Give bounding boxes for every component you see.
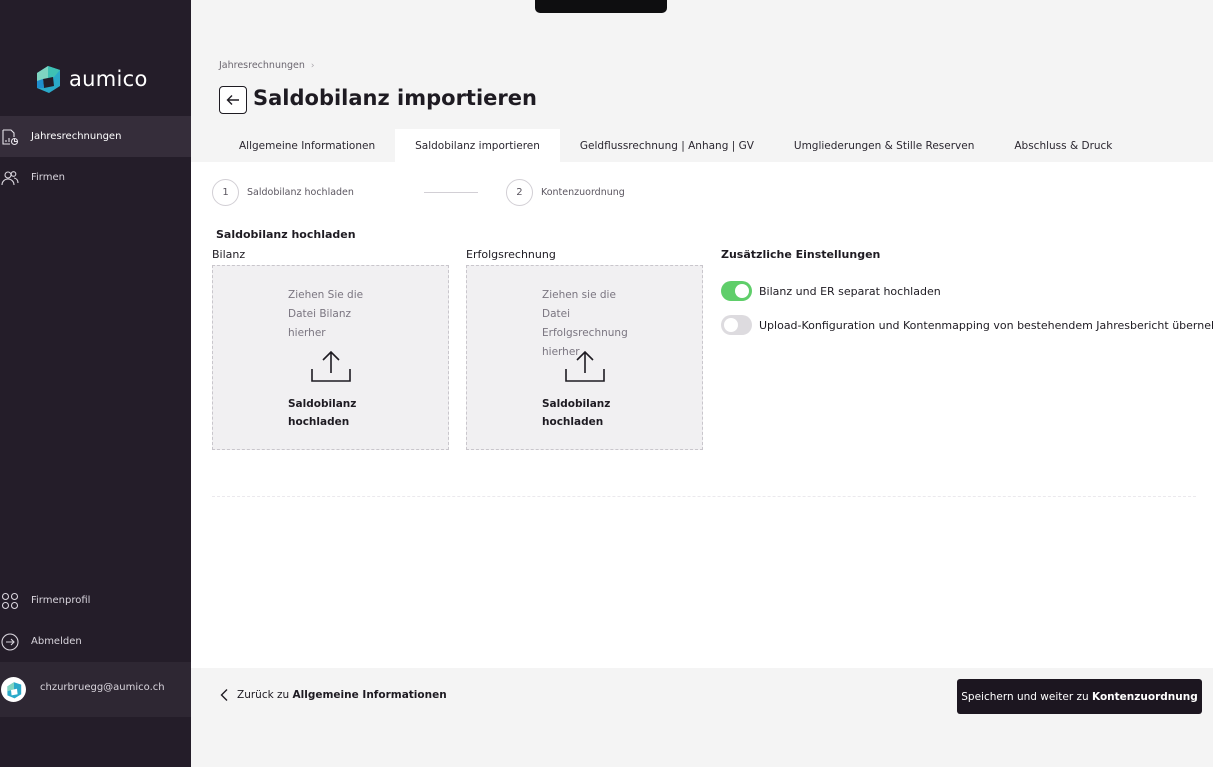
setting-separate-upload: Bilanz und ER separat hochladen: [721, 281, 941, 301]
back-button[interactable]: [219, 86, 247, 114]
section-divider: [212, 496, 1196, 497]
sidebar: aumico Jahresrechnungen Firmen Firmenpro…: [0, 0, 191, 767]
dropzone-hint: Ziehen Sie die Datei Bilanz hierher: [288, 289, 364, 339]
breadcrumb: Jahresrechnungen ›: [219, 60, 315, 71]
next-target: Kontenzuordnung: [1092, 690, 1198, 703]
setting-copy-mapping: Upload-Konfiguration und Kontenmapping v…: [721, 315, 1213, 335]
upload-icon: [311, 350, 351, 382]
step-label: Kontenzuordnung: [540, 187, 625, 198]
main-content: Jahresrechnungen › Saldobilanz importier…: [191, 0, 1213, 767]
sidebar-item-firmenprofil[interactable]: Firmenprofil: [0, 580, 191, 621]
grid-dots-icon: [1, 592, 19, 609]
back-prefix: Zurück zu: [237, 689, 290, 701]
aumico-avatar-icon: [6, 681, 21, 698]
erfolgsrechnung-label: Erfolgsrechnung: [466, 248, 556, 261]
dropzone-action[interactable]: Saldobilanz hochladen: [288, 395, 378, 431]
setting-label: Upload-Konfiguration und Kontenmapping v…: [759, 318, 1213, 332]
page-title: Saldobilanz importieren: [253, 86, 537, 110]
sidebar-item-label: Firmenprofil: [31, 595, 91, 606]
chevron-left-icon: [220, 689, 228, 701]
back-to-general-info-link[interactable]: Zurück zu Allgemeine Informationen: [219, 688, 447, 702]
copy-mapping-toggle[interactable]: [721, 315, 752, 335]
back-target: Allgemeine Informationen: [292, 689, 447, 701]
tab-saldobilanz-importieren[interactable]: Saldobilanz importieren: [395, 129, 560, 162]
avatar: [1, 677, 26, 702]
user-email: chzurbruegg@aumico.ch: [40, 682, 165, 693]
logout-icon: [1, 632, 19, 651]
tab-geldflussrechnung[interactable]: Geldflussrechnung | Anhang | GV: [560, 129, 774, 162]
tab-allgemeine-informationen[interactable]: Allgemeine Informationen: [191, 129, 395, 162]
toggle-knob: [735, 284, 749, 298]
document-chart-icon: [2, 128, 19, 145]
brand-name: aumico: [69, 67, 148, 91]
camera-notch: [535, 0, 667, 13]
user-profile[interactable]: chzurbruegg@aumico.ch: [0, 662, 191, 717]
separate-upload-toggle[interactable]: [721, 281, 752, 301]
sidebar-item-label: Firmen: [31, 172, 65, 183]
next-prefix: Speichern und weiter zu: [961, 690, 1089, 703]
tab-abschluss-druck[interactable]: Abschluss & Druck: [994, 129, 1132, 162]
stepper: 1 Saldobilanz hochladen 2 Kontenzuordnun…: [212, 179, 625, 206]
step-number[interactable]: 1: [212, 179, 239, 206]
sidebar-item-label: Jahresrechnungen: [31, 131, 122, 142]
chevron-right-icon: ›: [310, 60, 315, 71]
import-panel: 1 Saldobilanz hochladen 2 Kontenzuordnun…: [191, 162, 1213, 668]
save-and-continue-button[interactable]: Speichern und weiter zu Kontenzuordnung: [957, 679, 1202, 714]
bilanz-dropzone[interactable]: Ziehen Sie die Datei Bilanz hierher Sald…: [212, 265, 449, 450]
step-number[interactable]: 2: [505, 179, 533, 206]
sidebar-item-abmelden[interactable]: Abmelden: [0, 621, 191, 662]
sidebar-item-jahresrechnungen[interactable]: Jahresrechnungen: [0, 116, 191, 157]
sidebar-item-firmen[interactable]: Firmen: [0, 157, 191, 198]
tab-bar: Allgemeine Informationen Saldobilanz imp…: [191, 129, 1132, 162]
dropzone-action[interactable]: Saldobilanz hochladen: [542, 395, 632, 431]
aumico-logo-icon: [37, 66, 60, 93]
upload-section-title: Saldobilanz hochladen: [216, 228, 356, 241]
toggle-knob: [724, 318, 738, 332]
sidebar-item-label: Abmelden: [31, 636, 82, 647]
tab-umgliederungen[interactable]: Umgliederungen & Stille Reserven: [774, 129, 994, 162]
erfolgsrechnung-dropzone[interactable]: Ziehen sie die Datei Erfolgsrechnung hie…: [466, 265, 703, 450]
arrow-left-icon: [226, 95, 239, 105]
bilanz-label: Bilanz: [212, 248, 246, 261]
setting-label: Bilanz und ER separat hochladen: [759, 284, 941, 298]
step-label: Saldobilanz hochladen: [247, 187, 354, 198]
brand-logo[interactable]: aumico: [33, 64, 148, 94]
settings-title: Zusätzliche Einstellungen: [721, 248, 881, 261]
upload-icon: [565, 350, 605, 382]
users-icon: [1, 170, 19, 185]
breadcrumb-item-jahresrechnungen[interactable]: Jahresrechnungen: [219, 60, 305, 71]
step-connector: [423, 192, 478, 193]
